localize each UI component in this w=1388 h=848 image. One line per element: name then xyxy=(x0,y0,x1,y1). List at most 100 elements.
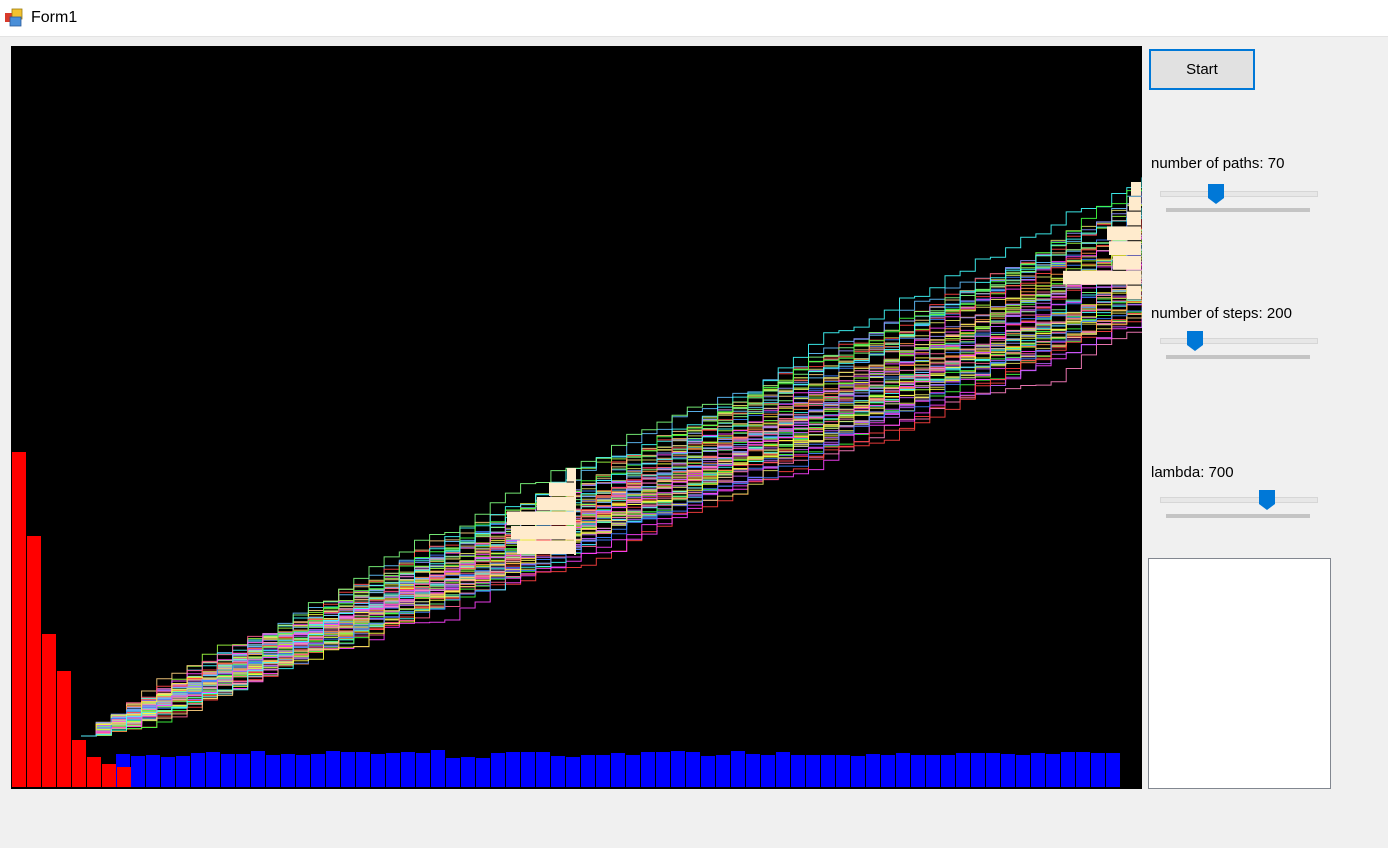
mid-histogram-bar xyxy=(507,511,575,525)
left-histogram-bar xyxy=(102,764,116,787)
bottom-histogram-bar xyxy=(701,756,715,787)
bottom-histogram-bar xyxy=(746,754,760,787)
bottom-histogram-bar xyxy=(686,752,700,787)
slider-track xyxy=(1160,497,1318,503)
left-histogram-bar xyxy=(57,671,71,787)
end-histogram-bar xyxy=(1129,196,1141,211)
bottom-histogram-bar xyxy=(956,753,970,787)
bottom-histogram-bar xyxy=(836,755,850,787)
bottom-histogram-bar xyxy=(131,756,145,787)
bottom-histogram-bar xyxy=(296,755,310,787)
bottom-histogram-bar xyxy=(971,753,985,787)
bottom-histogram-bar xyxy=(206,752,220,787)
steps-slider[interactable] xyxy=(1158,330,1320,364)
bottom-histogram-bar xyxy=(941,755,955,787)
bottom-histogram-bar xyxy=(626,755,640,787)
simulation-plot xyxy=(11,46,1142,789)
bottom-histogram-bar xyxy=(341,752,355,787)
title-bar: Form1 xyxy=(0,0,1388,37)
slider-thumb[interactable] xyxy=(1207,183,1225,205)
bottom-histogram-bar xyxy=(866,754,880,787)
bottom-histogram-bar xyxy=(491,753,505,787)
bottom-histogram-bar xyxy=(926,755,940,787)
end-histogram-bar xyxy=(1113,256,1141,270)
paths-slider[interactable] xyxy=(1158,183,1320,217)
bottom-histogram-bar xyxy=(251,751,265,787)
bottom-histogram-bar xyxy=(506,752,520,787)
bottom-histogram-bar xyxy=(416,753,430,787)
mid-histogram-bar xyxy=(511,526,575,540)
bottom-histogram-bar xyxy=(281,754,295,787)
bottom-histogram-bar xyxy=(1031,753,1045,787)
bottom-histogram-bar xyxy=(536,752,550,787)
left-histogram-bar xyxy=(72,740,86,787)
bottom-histogram-bar xyxy=(146,755,160,787)
bottom-histogram-bar xyxy=(596,755,610,787)
bottom-histogram-bar xyxy=(731,751,745,787)
bottom-histogram-bar xyxy=(641,752,655,787)
bottom-histogram-bar xyxy=(581,755,595,787)
start-button[interactable]: Start xyxy=(1149,49,1255,90)
bottom-histogram-bar xyxy=(191,753,205,787)
end-histogram-bar xyxy=(1063,270,1141,285)
mid-histogram-bar xyxy=(567,468,575,482)
bottom-histogram-bar xyxy=(911,755,925,787)
slider-track xyxy=(1160,338,1318,344)
end-histogram-bar xyxy=(1109,241,1141,255)
bottom-histogram-bar xyxy=(1076,752,1090,787)
lambda-slider[interactable] xyxy=(1158,489,1320,523)
steps-slider-label: number of steps: 200 xyxy=(1151,305,1292,322)
bottom-histogram-bar xyxy=(446,758,460,787)
bottom-histogram-bar xyxy=(431,750,445,787)
end-histogram-bar xyxy=(1131,182,1141,196)
bottom-histogram-bar xyxy=(386,753,400,787)
bottom-histogram-bar xyxy=(326,751,340,787)
bottom-histogram-bar xyxy=(236,754,250,787)
slider-tick-bar xyxy=(1166,208,1310,212)
bottom-histogram-bar xyxy=(821,755,835,787)
bottom-histogram-bar xyxy=(986,753,1000,787)
bottom-histogram-bar xyxy=(656,752,670,787)
bottom-histogram-bar xyxy=(1001,754,1015,787)
bottom-histogram xyxy=(116,750,1120,787)
left-histogram-bar xyxy=(12,452,26,787)
bottom-histogram-bar xyxy=(161,757,175,787)
bottom-histogram-bar xyxy=(881,755,895,787)
slider-track xyxy=(1160,191,1318,197)
lambda-slider-label: lambda: 700 xyxy=(1151,464,1234,481)
slider-tick-bar xyxy=(1166,355,1310,359)
bottom-histogram-bar xyxy=(896,753,910,787)
bottom-histogram-bar xyxy=(371,754,385,787)
bottom-histogram-bar xyxy=(401,752,415,787)
bottom-histogram-bar xyxy=(176,756,190,787)
end-histogram-bar xyxy=(1127,285,1141,300)
bottom-histogram-bar xyxy=(611,753,625,787)
window-title: Form1 xyxy=(31,9,78,26)
winforms-app-icon xyxy=(5,8,23,27)
bottom-histogram-bar xyxy=(776,752,790,787)
left-histogram-bar xyxy=(87,757,101,787)
left-histogram-bar xyxy=(117,767,131,787)
bottom-histogram-bar xyxy=(476,758,490,787)
bottom-histogram-bar xyxy=(1106,753,1120,787)
bottom-histogram-bar xyxy=(461,757,475,787)
bottom-histogram-bar xyxy=(791,755,805,787)
slider-tick-bar xyxy=(1166,514,1310,518)
left-histogram-bar xyxy=(27,536,41,787)
bottom-histogram-bar xyxy=(551,756,565,787)
bottom-histogram-bar xyxy=(356,752,370,787)
bottom-histogram-bar xyxy=(671,751,685,787)
bottom-histogram-bar xyxy=(266,755,280,787)
slider-thumb[interactable] xyxy=(1258,489,1276,511)
bottom-histogram-bar xyxy=(761,755,775,787)
bottom-histogram-bar xyxy=(521,752,535,787)
bottom-histogram-bar xyxy=(1091,753,1105,787)
mid-histogram-bar xyxy=(517,540,575,554)
paths-slider-label: number of paths: 70 xyxy=(1151,155,1285,172)
slider-thumb[interactable] xyxy=(1186,330,1204,352)
output-listbox[interactable] xyxy=(1148,558,1331,789)
mid-histogram-bar xyxy=(537,497,575,511)
left-histogram-bar xyxy=(42,634,56,787)
bottom-histogram-bar xyxy=(311,754,325,787)
end-histogram-bar xyxy=(1127,211,1141,226)
